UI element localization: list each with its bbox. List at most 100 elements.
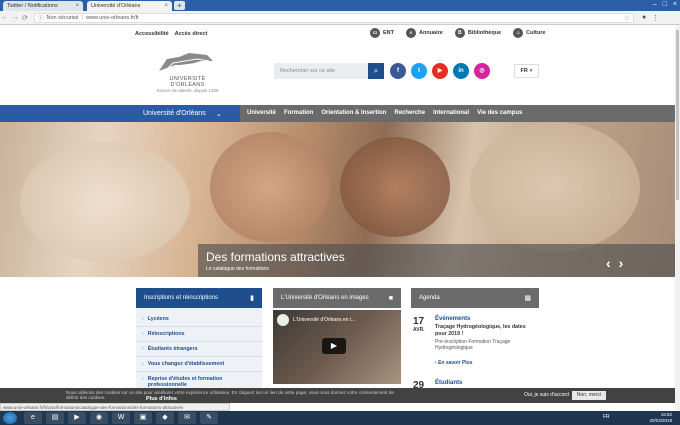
- play-icon[interactable]: ▶: [322, 338, 346, 354]
- more-icon[interactable]: ⋮: [652, 14, 659, 22]
- divider: |: [81, 14, 84, 21]
- site-search: Rechercher sur ce site ⌕: [274, 63, 384, 79]
- hero-caption[interactable]: Des formations attractives Le catalogue …: [198, 244, 675, 277]
- close-window-icon[interactable]: ×: [673, 0, 677, 10]
- channel-avatar: [277, 314, 289, 326]
- next-arrow-icon[interactable]: ›: [619, 255, 624, 271]
- language-select[interactable]: FR ˅: [514, 64, 539, 78]
- app-icon[interactable]: ✉: [178, 412, 196, 424]
- folder-icon[interactable]: ▤: [46, 412, 64, 424]
- university-logo[interactable]: UNIVERSITÉ D'ORLÉANS Source de talents, …: [155, 51, 220, 93]
- nav-item[interactable]: Orientation & Insertion: [317, 105, 390, 122]
- video-camera-icon: ■: [388, 294, 393, 302]
- page-scrollbar[interactable]: [675, 25, 680, 410]
- cookie-banner: Nous utilisons des cookies sur ce site p…: [0, 388, 675, 403]
- twitter-icon[interactable]: t: [411, 63, 427, 79]
- tab-twitter[interactable]: Twitter / Notifications ×: [3, 1, 83, 11]
- list-item[interactable]: › Étudiants étrangers: [136, 342, 262, 357]
- browser-tab-bar: Twitter / Notifications × Université d'O…: [0, 0, 680, 11]
- link-label: Culture: [526, 30, 546, 36]
- chrome-icon[interactable]: ◉: [90, 412, 108, 424]
- tab-univ[interactable]: Université d'Orléans ×: [87, 1, 172, 11]
- nav-item[interactable]: Université: [243, 105, 280, 122]
- cookie-decline-button[interactable]: Non, merci: [572, 391, 606, 400]
- chevron-right-icon: ›: [142, 331, 144, 337]
- list-item-label: Vous changez d'établissement: [147, 361, 225, 367]
- university-label: Université d'Orléans: [143, 110, 206, 117]
- logo-tagline: Source de talents, depuis 1306: [156, 88, 219, 93]
- chevron-right-icon: ›: [142, 346, 144, 352]
- cookie-more-link[interactable]: Plus d'infos: [146, 396, 177, 402]
- app-icon[interactable]: ▣: [134, 412, 152, 424]
- link-label: Annuaire: [419, 30, 443, 36]
- forward-icon[interactable]: →: [10, 14, 20, 21]
- profile-icon[interactable]: ●: [642, 14, 646, 22]
- nav-item[interactable]: Vie des campus: [473, 105, 526, 122]
- ie-icon[interactable]: e: [24, 412, 42, 424]
- close-icon[interactable]: ×: [164, 3, 168, 9]
- list-item[interactable]: › Réinscriptions: [136, 327, 262, 342]
- scrollbar-thumb[interactable]: [676, 30, 679, 200]
- site-header: UNIVERSITÉ D'ORLÉANS Source de talents, …: [0, 43, 680, 105]
- inscriptions-list: › Lycéens › Réinscriptions › Étudiants étrang…: [136, 308, 262, 393]
- maximize-icon[interactable]: □: [663, 0, 667, 10]
- event-more-link[interactable]: › En savoir Plus: [435, 360, 473, 366]
- logo-name: UNIVERSITÉ D'ORLÉANS: [169, 76, 206, 88]
- link-bibliotheque[interactable]: B Bibliothèque: [454, 28, 501, 38]
- reload-icon[interactable]: ⟳: [20, 14, 30, 22]
- nav-item[interactable]: Recherche: [390, 105, 429, 122]
- nav-item[interactable]: Formation: [280, 105, 317, 122]
- app-icon[interactable]: ✎: [200, 412, 218, 424]
- utility-left-links: Accessibilité Accès direct: [135, 31, 207, 37]
- hero-photo: [340, 137, 450, 237]
- nav-items: Université Formation Orientation & Inserti…: [243, 105, 526, 122]
- list-item-label: Étudiants étrangers: [147, 346, 198, 352]
- hero-photo: [470, 122, 640, 252]
- link-acces-direct[interactable]: Accès direct: [175, 31, 208, 37]
- word-icon[interactable]: W: [112, 412, 130, 424]
- back-icon[interactable]: ←: [0, 14, 10, 21]
- new-tab-button[interactable]: +: [174, 1, 185, 10]
- tab-label: Université d'Orléans: [91, 3, 141, 9]
- nav-item[interactable]: International: [429, 105, 473, 122]
- link-ent[interactable]: ▭ ENT: [370, 28, 394, 38]
- event-category: Étudiants: [435, 380, 463, 386]
- app-icon[interactable]: ◆: [156, 412, 174, 424]
- minimize-icon[interactable]: –: [653, 0, 657, 10]
- social-links: f t ▶ in ◎: [390, 63, 490, 79]
- link-accessibilite[interactable]: Accessibilité: [135, 31, 169, 37]
- utility-right-links: ▭ ENT ⌕ Annuaire B Bibliothèque ☺ Culture: [370, 28, 545, 38]
- window-controls: – □ ×: [653, 0, 677, 10]
- star-icon[interactable]: ☆: [624, 14, 630, 22]
- facebook-icon[interactable]: f: [390, 63, 406, 79]
- event-title[interactable]: Traçage Hydrogéologique, les dates pour …: [435, 324, 535, 338]
- panel-title: L'Université d'Orléans en images: [281, 295, 369, 301]
- cookie-accept-button[interactable]: Oui, je suis d'accord: [524, 392, 569, 398]
- link-culture[interactable]: ☺ Culture: [513, 28, 545, 38]
- search-icon: ⌕: [406, 28, 416, 38]
- close-icon[interactable]: ×: [75, 3, 79, 9]
- instagram-icon[interactable]: ◎: [474, 63, 490, 79]
- start-button[interactable]: [3, 412, 17, 424]
- inscriptions-panel: Inscriptions et réinscriptions ▮ › Lycéen…: [136, 288, 262, 393]
- hero-slider[interactable]: Des formations attractives Le catalogue …: [0, 122, 675, 277]
- system-clock[interactable]: 15:52 20/03/2019: [649, 412, 672, 423]
- linkedin-icon[interactable]: in: [453, 63, 469, 79]
- language-label: FR: [520, 68, 528, 74]
- slider-arrows: ‹ ›: [606, 255, 623, 271]
- youtube-icon[interactable]: ▶: [432, 63, 448, 79]
- list-item[interactable]: › Vous changez d'établissement: [136, 357, 262, 372]
- media-icon[interactable]: ▶: [68, 412, 86, 424]
- prev-arrow-icon[interactable]: ‹: [606, 255, 611, 271]
- search-icon: ⌕: [373, 66, 379, 75]
- link-annuaire[interactable]: ⌕ Annuaire: [406, 28, 443, 38]
- list-item[interactable]: › Lycéens: [136, 312, 262, 327]
- url-field[interactable]: ⓘ Non sécurisé | www.univ-orleans.fr/fr …: [34, 12, 634, 23]
- university-menu-button[interactable]: Université d'Orléans ⌄: [137, 105, 240, 122]
- book-icon: B: [454, 28, 465, 38]
- search-button[interactable]: ⌕: [368, 63, 384, 79]
- info-icon[interactable]: ⓘ: [38, 14, 44, 22]
- search-input[interactable]: Rechercher sur ce site: [274, 63, 368, 79]
- language-indicator[interactable]: FR: [603, 414, 610, 420]
- video-player[interactable]: L'Université d'Orléans en i... ▶: [273, 310, 401, 384]
